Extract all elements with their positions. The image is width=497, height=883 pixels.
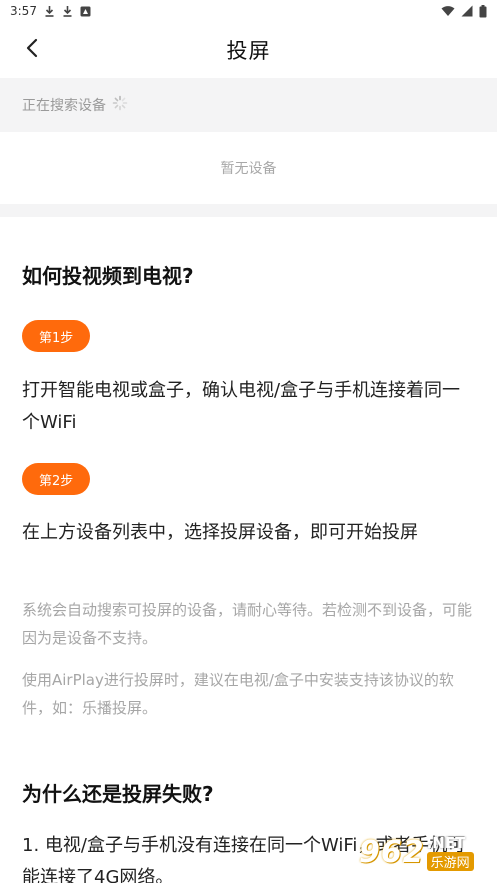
app-bar: 投屏	[0, 22, 497, 78]
page-title: 投屏	[226, 39, 271, 63]
watermark-number: 962	[359, 834, 425, 870]
step-2-badge: 第2步	[22, 463, 91, 495]
back-arrow-icon	[25, 38, 39, 62]
back-button[interactable]	[18, 36, 46, 64]
download-icon	[62, 5, 73, 17]
notification-icon	[80, 6, 91, 17]
fail-title: 为什么还是投屏失败?	[22, 782, 214, 806]
status-bar: 3:57	[0, 0, 497, 22]
signal-icon	[461, 5, 473, 17]
step-1-badge: 第1步	[22, 320, 91, 352]
help-note-1: 系统会自动搜索可投屏的设备，请耐心等待。若检测不到设备，可能因为是设备不支持。	[22, 601, 473, 647]
help-card: 如何投视频到电视? 第1步 打开智能电视或盒子，确认电视/盒子与手机连接着同一个…	[0, 217, 497, 883]
loading-spinner-icon	[112, 95, 128, 115]
search-status-label: 正在搜索设备	[22, 98, 106, 114]
watermark-right: .NET 乐游网	[426, 833, 474, 871]
device-list: 暂无设备	[0, 132, 497, 204]
help-title: 如何投视频到电视?	[22, 264, 194, 288]
empty-devices-label: 暂无设备	[220, 161, 277, 177]
watermark-site: 乐游网	[426, 851, 474, 871]
watermark-suffix: .NET	[426, 833, 466, 852]
status-time: 3:57	[10, 4, 37, 18]
battery-icon	[479, 4, 487, 18]
status-left: 3:57	[10, 4, 91, 18]
site-watermark: 962 .NET 乐游网	[359, 829, 489, 875]
help-note-2: 使用AirPlay进行投屏时，建议在电视/盒子中安装支持该协议的软件，如：乐播投…	[22, 671, 454, 717]
device-search-status: 正在搜索设备	[0, 78, 497, 132]
step-1-text: 打开智能电视或盒子，确认电视/盒子与手机连接着同一个WiFi	[22, 380, 461, 433]
status-right	[441, 4, 487, 18]
wifi-icon	[441, 5, 455, 17]
download-icon	[44, 5, 55, 17]
step-2-text: 在上方设备列表中，选择投屏设备，即可开始投屏	[22, 522, 418, 543]
